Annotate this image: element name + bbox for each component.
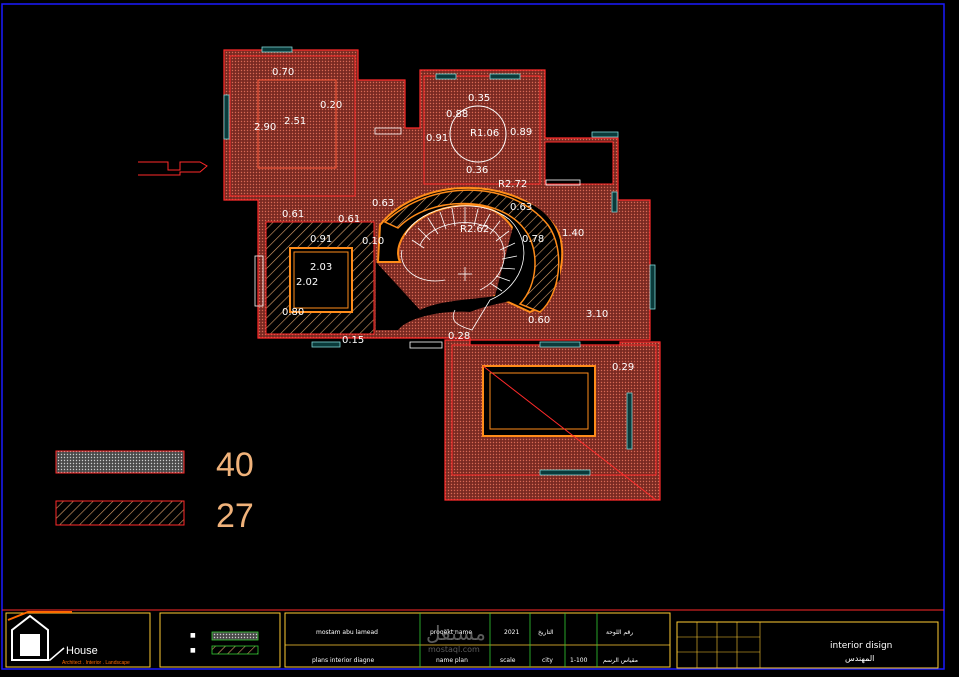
dimension-label: 0.88 [446, 109, 468, 120]
cad-drawing: 0.70 0.20 2.90 2.51 0.350.88R1.06 0.89 0.91 0.3… [1, 3, 945, 670]
dimension-label: 0.80 [282, 307, 304, 318]
dimension-label: 0.60 [528, 315, 550, 326]
dimension-label: 0.28 [448, 331, 470, 342]
dimension-label: 0.61 [282, 209, 304, 220]
legend-swatch-hatch [55, 500, 185, 526]
name-plan: name plan [436, 657, 468, 664]
dimension-label: 0.35 [468, 93, 490, 104]
legend-value-dots: 40 [216, 446, 254, 484]
mini-legend-bullet-2: ■ [190, 647, 196, 654]
right-title: interior disign [830, 641, 892, 651]
dimension-label: 2.02 [296, 277, 318, 288]
house-logo-icon [7, 611, 72, 661]
dimension-label: 0.15 [342, 335, 364, 346]
legend-swatch-dots [55, 450, 185, 474]
dimension-label: R2.62 [460, 224, 489, 235]
mini-legend-bullet-1: ■ [190, 632, 196, 639]
dimension-label: 0.29 [612, 362, 634, 373]
dimension-label: 0.36 [466, 165, 488, 176]
mini-legend-hatch [211, 645, 259, 655]
material-legend: 40 27 [55, 446, 254, 535]
logo-tagline: Architect . Interior . Landscape [62, 660, 130, 666]
watermark: مستقل [426, 621, 486, 645]
floor-plan [138, 46, 661, 501]
dimension-label: 0.61 [338, 214, 360, 225]
dimension-label: 0.70 [272, 67, 294, 78]
dimension-label: 0.91 [310, 234, 332, 245]
dimension-label: 3.10 [586, 309, 608, 320]
date-label-ar: التاريخ [538, 629, 554, 636]
drawing-title: plans interior diagne [312, 657, 374, 664]
legend-value-hatch: 27 [216, 497, 254, 535]
dimension-label: R2.72 [498, 179, 527, 190]
dimension-label: 1.40 [562, 228, 584, 239]
dimension-label: R1.06 [470, 128, 499, 139]
year: 2021 [504, 629, 519, 636]
dimension-label: 2.03 [310, 262, 332, 273]
dimension-label: 2.51 [284, 116, 306, 127]
dimension-label: 0.89 [510, 127, 532, 138]
title-block: House Architect . Interior . Landscape ■… [2, 609, 944, 669]
right-subtitle-ar: المهندس [845, 654, 874, 663]
watermark-sub: mostaql.com [428, 645, 480, 654]
mini-legend-dots [211, 631, 259, 641]
scale-label: scale [500, 657, 516, 664]
dimension-label: 0.63 [372, 198, 394, 209]
scale-label-ar: مقياس الرسم [603, 657, 638, 664]
dimension-label: 0.78 [522, 234, 544, 245]
scale-value: 1-100 [570, 657, 588, 664]
owner-name: mostam abu lamead [316, 629, 378, 636]
city-label: city [542, 657, 553, 664]
logo-name: House [66, 645, 98, 657]
dimension-label: 0.91 [426, 133, 448, 144]
sheet-number-label-ar: رقم اللوحة [606, 629, 633, 636]
dimension-label: 0.63 [510, 202, 532, 213]
dimension-label: 0.20 [320, 100, 342, 111]
dimension-label: 0.10 [362, 236, 384, 247]
dimension-label: 2.90 [254, 122, 276, 133]
